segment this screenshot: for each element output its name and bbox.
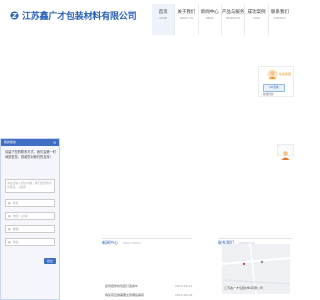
- qq-panel-title: 在线客服: [279, 72, 292, 76]
- message-textarea[interactable]: 请在此输入留言内容，我们会尽快与您联系。（必填）: [5, 179, 55, 193]
- nav-item-contact[interactable]: 联系我们 CONTACT: [269, 4, 291, 35]
- nav-item-case[interactable]: 成功案例 CASE: [245, 4, 269, 35]
- nav-item-about[interactable]: 关于我们 ABOUT US: [175, 4, 199, 35]
- user-icon: ●: [8, 201, 11, 205]
- message-intro: 请留下您的联系方式，我们会第一时间回复您，感谢您对我们的支持！: [5, 150, 56, 159]
- phone-placeholder: 电话（必填）: [13, 214, 30, 218]
- service-person-icon: [281, 151, 290, 160]
- name-field[interactable]: ● 姓名: [5, 199, 55, 207]
- location-icon: ●: [8, 240, 11, 244]
- nav-sublabel: CASE: [253, 17, 260, 20]
- nav-sublabel: CONTACT: [273, 17, 286, 20]
- email-field[interactable]: ● 邮箱: [5, 225, 55, 233]
- section-title[interactable]: 新闻中心: [102, 240, 118, 245]
- email-placeholder: 邮箱: [13, 227, 19, 231]
- nav-sublabel: NEWS: [205, 17, 214, 20]
- site-header: 江苏鑫广才包装材料有限公司 首页 HOME 关于我们 ABOUT US 新闻中心…: [0, 0, 300, 38]
- main-nav: 首页 HOME 关于我们 ABOUT US 新闻中心 NEWS 产品与服务 PR…: [152, 4, 291, 35]
- message-panel-header: 我的留言 ×: [1, 139, 59, 146]
- nav-item-news[interactable]: 新闻中心 NEWS: [199, 4, 222, 35]
- leave-message-panel: 我的留言 × 请留下您的联系方式，我们会第一时间回复您，感谢您对我们的支持！ 请…: [0, 138, 60, 300]
- nav-item-home[interactable]: 首页 HOME: [152, 4, 176, 35]
- news-date: 2019-09-09: [175, 293, 193, 297]
- nav-sublabel: ABOUT US: [179, 17, 194, 20]
- company-logo-icon[interactable]: [10, 11, 19, 20]
- news-section-header: 新闻中心 NEWS CENTER: [102, 229, 192, 245]
- close-icon[interactable]: ×: [53, 139, 56, 146]
- phone-icon: ●: [8, 214, 11, 218]
- news-date: 2019-09-11: [175, 284, 193, 288]
- phone-field[interactable]: ● 电话（必填）: [5, 212, 55, 220]
- email-icon: ●: [8, 227, 11, 231]
- company-name[interactable]: 江苏鑫广才包装材料有限公司: [22, 9, 137, 22]
- nav-item-products[interactable]: 产品与服务 PRODUCTS: [222, 4, 246, 35]
- qq-service-panel: 在线客服 QQ咨询 在线咨询: [258, 66, 294, 97]
- nav-sublabel: PRODUCTS: [225, 17, 241, 20]
- section-subtitle: NEWS CENTER: [123, 242, 141, 245]
- nav-sublabel: HOME: [159, 17, 168, 20]
- news-title[interactable]: 购买真空袋需要注意哪些事项: [105, 293, 144, 297]
- address-placeholder: 地址: [13, 240, 19, 244]
- address-field[interactable]: ● 地址: [5, 238, 55, 246]
- name-placeholder: 姓名: [13, 201, 19, 205]
- contact-section-header: 联系我们 CONTACT US: [218, 229, 292, 245]
- news-title[interactable]: 如何把你的包装打造成IP: [105, 284, 138, 288]
- side-contact-widget[interactable]: [277, 144, 294, 160]
- map-caption: 江苏鑫广才包装材料有限公司: [224, 286, 264, 290]
- qq-consult-button[interactable]: QQ咨询: [263, 84, 285, 92]
- message-panel-title: 我的留言: [4, 140, 17, 144]
- submit-button[interactable]: 提交: [44, 258, 56, 264]
- qq-panel-subtitle: 在线咨询: [263, 93, 274, 96]
- customer-service-avatar-icon: [267, 69, 278, 80]
